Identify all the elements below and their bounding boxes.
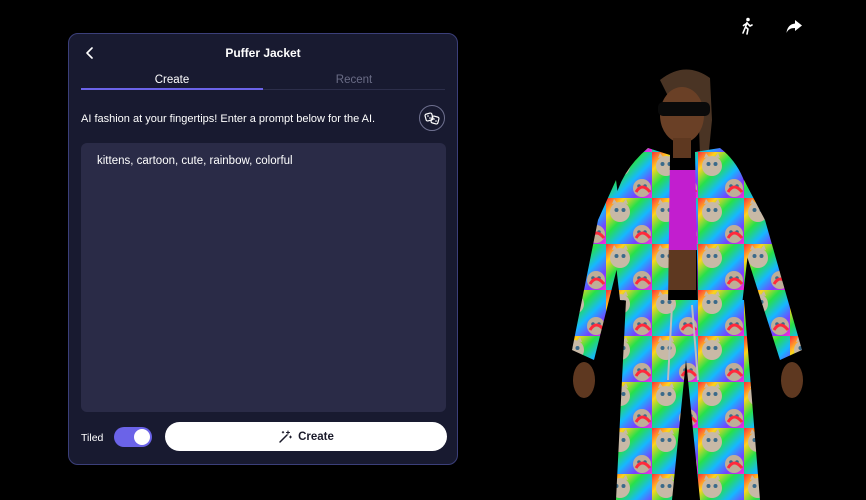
share-arrow-icon [786,20,802,33]
tab-recent[interactable]: Recent [263,74,445,90]
tiled-toggle[interactable] [114,427,152,447]
animation-button[interactable] [736,15,758,37]
dice-icon [424,112,440,125]
random-prompt-button[interactable] [419,105,445,131]
avatar-figure [572,69,803,500]
walking-figure-icon [742,17,753,35]
app-stage: Puffer Jacket Create Recent AI fashion a… [0,0,866,500]
toggle-knob [134,429,150,445]
share-button[interactable] [783,15,805,37]
magic-wand-icon [279,429,293,443]
tab-create[interactable]: Create [81,74,263,90]
create-button[interactable]: Create [165,422,447,451]
create-button-label: Create [298,430,334,443]
prompt-textarea[interactable]: kittens, cartoon, cute, rainbow, colorfu… [81,143,446,412]
intro-text: AI fashion at your fingertips! Enter a p… [81,113,376,125]
puffer-jacket-panel: Puffer Jacket Create Recent AI fashion a… [68,33,458,465]
tab-bar: Create Recent [81,74,445,90]
panel-title: Puffer Jacket [225,46,301,60]
avatar-preview [560,60,810,500]
tiled-label: Tiled [81,432,104,444]
